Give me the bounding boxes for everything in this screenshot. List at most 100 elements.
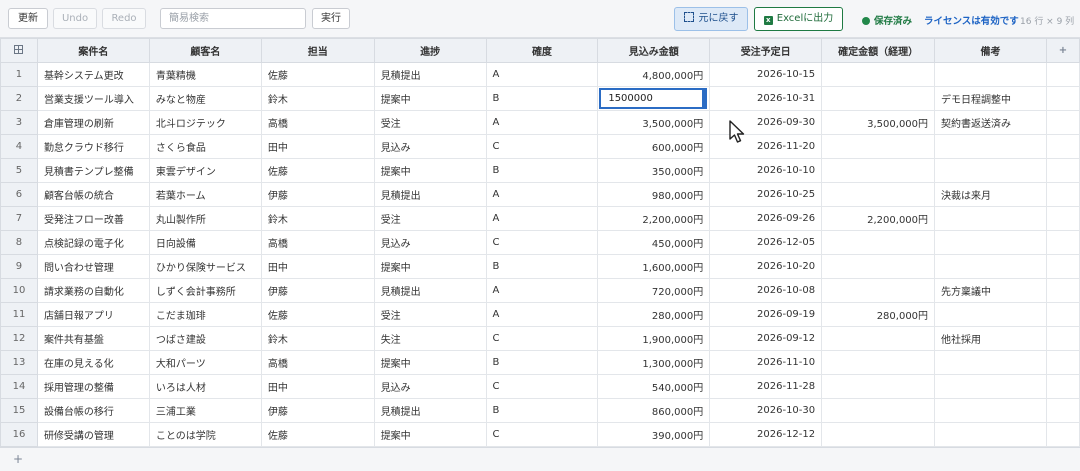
table-cell[interactable]: B <box>485 350 599 375</box>
table-cell[interactable]: つばさ建設 <box>148 326 262 351</box>
table-cell[interactable]: しずく会計事務所 <box>148 278 262 303</box>
table-cell[interactable]: ひかり保険サービス <box>148 254 262 279</box>
table-cell[interactable]: 2,200,000円 <box>821 206 936 231</box>
table-cell[interactable]: 倉庫管理の刷新 <box>36 110 150 135</box>
column-header[interactable]: 受注予定日 <box>709 38 823 63</box>
row-number[interactable]: 10 <box>0 278 38 303</box>
table-cell[interactable] <box>821 62 936 87</box>
row-number[interactable]: 1 <box>0 62 38 87</box>
table-cell[interactable]: 720,000円 <box>597 278 711 303</box>
table-cell[interactable]: 2026-10-31 <box>709 86 823 111</box>
table-cell[interactable] <box>821 86 936 111</box>
column-header[interactable]: 担当 <box>260 38 375 63</box>
add-row-button[interactable]: + <box>0 447 1080 471</box>
table-cell[interactable]: 田中 <box>260 374 375 399</box>
table-cell[interactable]: 問い合わせ管理 <box>36 254 150 279</box>
run-search-button[interactable]: 実行 <box>312 8 350 29</box>
table-cell[interactable]: 受注 <box>373 110 487 135</box>
table-cell[interactable]: 伊藤 <box>260 278 375 303</box>
table-cell[interactable] <box>821 278 936 303</box>
row-number[interactable]: 8 <box>0 230 38 255</box>
table-cell[interactable]: 2026-12-12 <box>709 422 823 447</box>
cell-edit-input[interactable]: 1500000 <box>599 88 705 109</box>
row-number[interactable]: 4 <box>0 134 38 159</box>
table-cell[interactable]: 600,000円 <box>597 134 711 159</box>
row-number[interactable]: 15 <box>0 398 38 423</box>
table-cell[interactable] <box>821 182 936 207</box>
table-cell[interactable]: 2026-10-30 <box>709 398 823 423</box>
table-cell[interactable]: A <box>485 110 599 135</box>
add-column-button[interactable]: + <box>1045 38 1080 63</box>
row-number[interactable]: 5 <box>0 158 38 183</box>
column-header[interactable]: 見込み金額 <box>597 38 711 63</box>
row-number[interactable]: 12 <box>0 326 38 351</box>
table-cell[interactable] <box>934 254 1047 279</box>
table-cell[interactable]: 青葉精機 <box>148 62 262 87</box>
table-cell[interactable]: 営業支援ツール導入 <box>36 86 150 111</box>
table-cell[interactable]: 2026-09-30 <box>709 110 823 135</box>
table-cell[interactable]: 点検記録の電子化 <box>36 230 150 255</box>
table-cell[interactable] <box>934 158 1047 183</box>
table-cell[interactable]: 日向設備 <box>148 230 262 255</box>
refresh-button[interactable]: 更新 <box>8 8 48 29</box>
table-cell[interactable]: 2026-12-05 <box>709 230 823 255</box>
table-cell[interactable]: 見積提出 <box>373 278 487 303</box>
table-cell[interactable]: 提案中 <box>373 86 487 111</box>
table-cell[interactable]: 高橋 <box>260 350 375 375</box>
table-cell[interactable] <box>821 422 936 447</box>
table-cell[interactable]: 2026-11-10 <box>709 350 823 375</box>
table-cell[interactable]: 見積提出 <box>373 182 487 207</box>
table-cell[interactable]: 2026-10-25 <box>709 182 823 207</box>
table-cell[interactable]: 450,000円 <box>597 230 711 255</box>
table-cell[interactable]: 980,000円 <box>597 182 711 207</box>
table-cell[interactable]: 顧客台帳の統合 <box>36 182 150 207</box>
table-cell[interactable]: 伊藤 <box>260 398 375 423</box>
table-cell[interactable]: A <box>485 302 599 327</box>
table-cell[interactable]: 佐藤 <box>260 62 375 87</box>
table-cell[interactable]: 見込み <box>373 134 487 159</box>
table-cell[interactable] <box>934 350 1047 375</box>
table-cell[interactable]: 3,500,000円 <box>821 110 936 135</box>
table-cell[interactable] <box>821 158 936 183</box>
row-number[interactable]: 7 <box>0 206 38 231</box>
table-cell[interactable] <box>934 206 1047 231</box>
table-cell[interactable]: C <box>485 230 599 255</box>
table-cell[interactable]: 勤怠クラウド移行 <box>36 134 150 159</box>
table-cell[interactable] <box>934 230 1047 255</box>
table-cell[interactable]: 契約書返送済み <box>934 110 1047 135</box>
table-cell[interactable] <box>934 302 1047 327</box>
table-cell[interactable]: 佐藤 <box>260 158 375 183</box>
table-cell[interactable]: A <box>485 182 599 207</box>
undo-button[interactable]: Undo <box>53 8 97 29</box>
table-cell[interactable]: 2026-09-12 <box>709 326 823 351</box>
row-number[interactable]: 11 <box>0 302 38 327</box>
table-cell[interactable] <box>821 134 936 159</box>
table-cell[interactable]: 280,000円 <box>821 302 936 327</box>
table-cell[interactable]: 丸山製作所 <box>148 206 262 231</box>
table-cell[interactable]: 佐藤 <box>260 422 375 447</box>
table-cell[interactable]: 4,800,000円 <box>597 62 711 87</box>
table-cell[interactable]: 田中 <box>260 134 375 159</box>
table-cell[interactable]: 田中 <box>260 254 375 279</box>
table-cell[interactable]: こだま珈琲 <box>148 302 262 327</box>
table-cell[interactable]: 案件共有基盤 <box>36 326 150 351</box>
table-cell[interactable]: B <box>485 158 599 183</box>
column-header[interactable]: 確定金額（経理） <box>821 38 936 63</box>
table-cell[interactable]: 鈴木 <box>260 206 375 231</box>
column-header[interactable]: 顧客名 <box>148 38 262 63</box>
table-cell[interactable]: 提案中 <box>373 254 487 279</box>
table-cell[interactable]: 2026-09-26 <box>709 206 823 231</box>
table-cell[interactable]: 見積書テンプレ整備 <box>36 158 150 183</box>
table-cell[interactable] <box>821 350 936 375</box>
table-cell[interactable]: 280,000円 <box>597 302 711 327</box>
table-cell[interactable]: 見積提出 <box>373 398 487 423</box>
search-input[interactable] <box>160 8 306 29</box>
table-cell[interactable] <box>934 134 1047 159</box>
row-number[interactable]: 16 <box>0 422 38 447</box>
table-cell[interactable]: 3,500,000円 <box>597 110 711 135</box>
table-cell[interactable]: 決裁は来月 <box>934 182 1047 207</box>
table-cell[interactable] <box>821 254 936 279</box>
table-cell[interactable]: みなと物産 <box>148 86 262 111</box>
table-cell[interactable]: 受注 <box>373 206 487 231</box>
table-cell[interactable] <box>821 374 936 399</box>
